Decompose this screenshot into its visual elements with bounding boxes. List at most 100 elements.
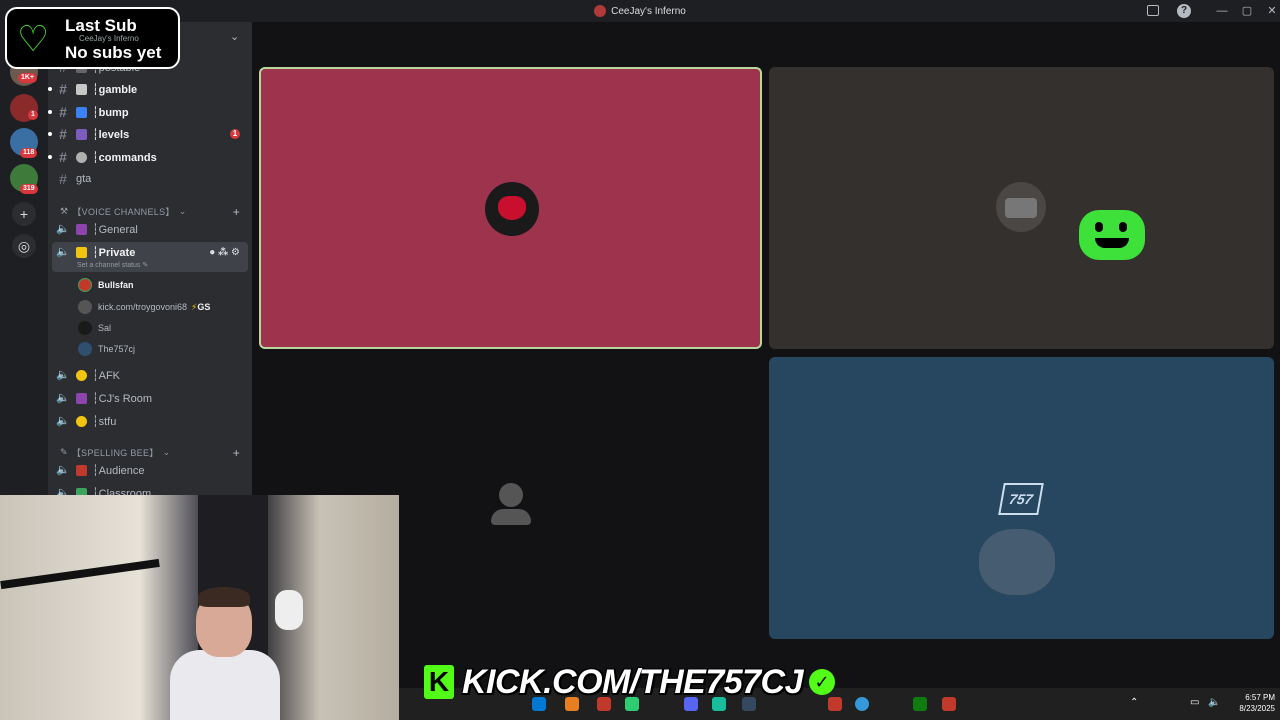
webcam-feed (0, 495, 399, 720)
hash-icon: # (59, 81, 67, 97)
window-title: CeeJay's Inferno (611, 5, 686, 17)
channel-label: ┆CJ's Room (92, 392, 153, 405)
verified-check-icon: ✓ (809, 669, 836, 695)
server-badge: 1K+ (18, 73, 38, 83)
category-spelling-bee[interactable]: ✎ 【SPELLING BEE】 ⌄ + (60, 446, 246, 460)
minimize-icon[interactable]: — (1215, 4, 1229, 18)
channel-label: gta (76, 173, 92, 185)
chat-icon[interactable]: ● (209, 247, 215, 258)
add-channel-icon[interactable]: + (233, 205, 240, 219)
channel-commands[interactable]: # ┆commands (48, 147, 246, 167)
channel-label: ┆gamble (92, 83, 138, 96)
channel-actions: ● ⁂ ⚙ (209, 247, 240, 258)
system-clock[interactable]: 6:57 PM 8/23/2025 (1225, 692, 1275, 714)
chevron-up-icon[interactable]: ⌃ (1130, 697, 1138, 708)
xbox-icon[interactable] (913, 697, 927, 711)
channel-status[interactable]: Set a channel status ✎ (77, 261, 148, 269)
server-badge: 1 (28, 110, 38, 120)
discover-icon[interactable]: ◎ (12, 234, 36, 258)
chevron-down-icon: ⌄ (162, 447, 171, 457)
avatar (78, 321, 92, 335)
video-tile-the757cj[interactable]: 757 (769, 357, 1274, 639)
microphone-arm (0, 558, 160, 590)
network-icon[interactable]: ▭ (1190, 697, 1199, 708)
gear-icon[interactable]: ⚙ (231, 247, 240, 258)
channel-label: ┆bump (92, 106, 129, 119)
avatar (78, 300, 92, 314)
channel-label: ┆Private (92, 246, 136, 259)
add-channel-icon[interactable]: + (233, 446, 240, 460)
voice-channel-stfu[interactable]: 🔈 ┆stfu (56, 411, 246, 431)
default-avatar-icon (499, 483, 523, 507)
add-server-icon[interactable]: + (12, 202, 36, 226)
server-badge: 319 (20, 184, 38, 194)
voice-channel-private[interactable]: 🔈 ┆Private ● ⁂ ⚙ (56, 242, 246, 262)
avatar (485, 182, 539, 236)
channel-label: ┆General (92, 223, 138, 236)
video-tile-bullsfan[interactable] (259, 67, 762, 349)
unread-indicator (48, 132, 52, 136)
title-bar: CeeJay's Inferno ? — ▢ ✕ (0, 0, 1280, 22)
server-name: CeeJay's Inferno (79, 34, 139, 43)
maximize-icon[interactable]: ▢ (1240, 4, 1254, 18)
channel-gta[interactable]: # gta (56, 169, 246, 189)
voice-channel-general[interactable]: 🔈 ┆General (56, 219, 246, 239)
bee-icon: ✎ (60, 447, 68, 457)
mention-badge: 1 (230, 129, 240, 139)
avatar (78, 342, 92, 356)
channel-gamble[interactable]: # ┆gamble (48, 79, 246, 99)
kick-emote-icon (1079, 210, 1145, 260)
last-sub-title: Last Sub (65, 16, 137, 35)
app-icon[interactable] (855, 697, 869, 711)
voice-member[interactable]: Bullsfan (78, 276, 134, 294)
category-label: 【VOICE CHANNELS】 (72, 207, 175, 217)
757-logo-icon: 757 (998, 483, 1044, 515)
speaker-icon: 🔈 (56, 369, 70, 381)
chevron-down-icon[interactable]: ⌄ (230, 30, 239, 43)
voice-channel-audience[interactable]: 🔈 ┆Audience (56, 460, 246, 480)
category-voice-channels[interactable]: ⚒ 【VOICE CHANNELS】 ⌄ + (60, 205, 246, 219)
speaker-icon: 🔈 (56, 223, 70, 235)
bull-logo-icon (498, 196, 526, 220)
unread-indicator (48, 87, 52, 91)
channel-label: ┆stfu (92, 415, 117, 428)
help-icon[interactable]: ? (1177, 4, 1191, 18)
ghost-avatar-icon (979, 529, 1055, 595)
video-tile-kick-user[interactable] (769, 67, 1274, 349)
app-icon[interactable] (942, 697, 956, 711)
hammer-icon: ⚒ (60, 206, 69, 216)
last-sub-value: No subs yet (65, 43, 162, 62)
speaker-icon: 🔈 (56, 464, 70, 476)
channel-bump[interactable]: # ┆bump (48, 102, 246, 122)
heart-icon: ♡ (17, 18, 50, 59)
voice-member[interactable]: Sal (78, 319, 111, 337)
chevron-down-icon: ⌄ (178, 206, 187, 216)
channel-emoji-icon (76, 464, 87, 476)
channel-label: ┆Audience (92, 464, 145, 477)
voice-member[interactable]: kick.com/troygovoni68 ⚡ GS (78, 298, 210, 316)
channel-label: ┆AFK (92, 369, 121, 382)
channel-emoji-icon (76, 392, 87, 404)
volume-icon[interactable]: 🔈 (1208, 697, 1220, 708)
speaker-icon: 🔈 (56, 246, 70, 258)
unread-indicator (48, 110, 52, 114)
levels-icon (76, 128, 87, 140)
hash-icon: # (59, 171, 67, 187)
voice-channel-afk[interactable]: 🔈 ┆AFK (56, 365, 246, 385)
channel-levels[interactable]: # ┆levels 1 (48, 124, 246, 144)
up-icon (76, 106, 87, 118)
zipper-face-icon (76, 415, 87, 427)
lock-icon (76, 246, 87, 258)
screen: CeeJay's Inferno ? — ▢ ✕ 1K+ 1 118 319 +… (0, 0, 1280, 720)
inbox-icon[interactable] (1147, 5, 1159, 16)
last-sub-overlay: ♡ Last Sub CeeJay's Inferno No subs yet (5, 7, 180, 69)
unread-indicator (48, 155, 52, 159)
category-label: 【SPELLING BEE】 (71, 448, 159, 458)
invite-icon[interactable]: ⁂ (218, 247, 228, 258)
voice-member[interactable]: The757cj (78, 340, 135, 358)
voice-channel-cjs-room[interactable]: 🔈 ┆CJ's Room (56, 388, 246, 408)
hash-icon: # (59, 149, 67, 165)
speaker-icon: 🔈 (56, 415, 70, 427)
close-icon[interactable]: ✕ (1265, 4, 1279, 18)
sleep-icon (76, 369, 87, 381)
